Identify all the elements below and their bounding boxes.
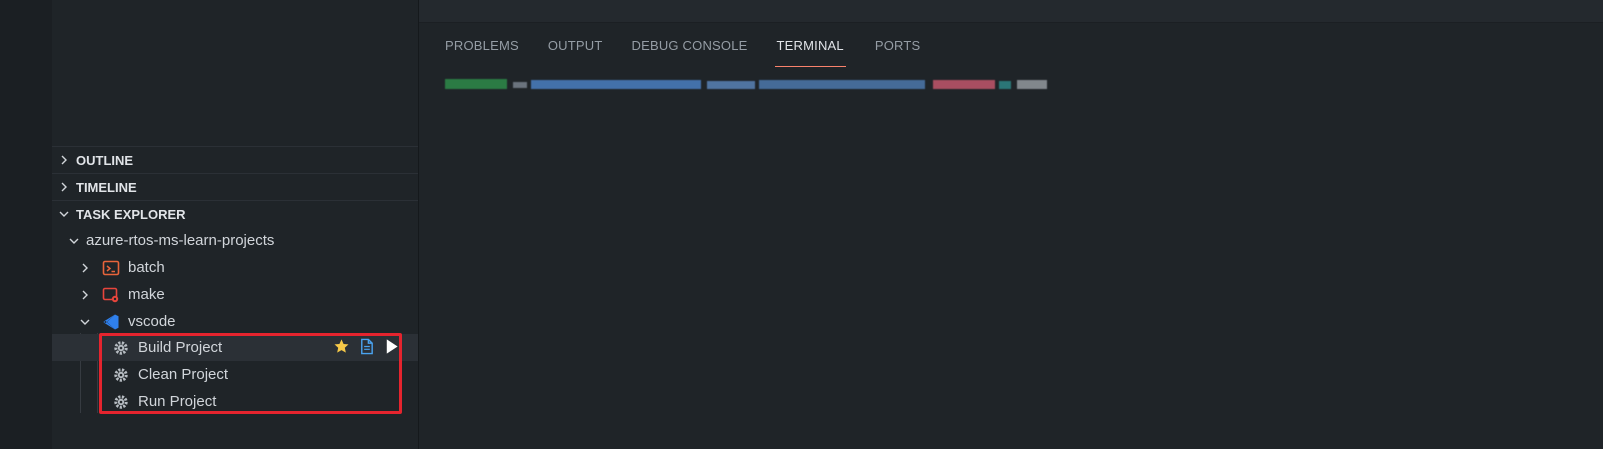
bottom-panel: PROBLEMS OUTPUT DEBUG CONSOLE TERMINAL P… bbox=[419, 23, 1603, 449]
pixelated-segment bbox=[1017, 80, 1047, 89]
task-item-build-project[interactable]: Build Project bbox=[52, 334, 418, 361]
editor-area bbox=[419, 0, 1603, 23]
tree-item-batch[interactable]: batch bbox=[52, 254, 418, 281]
terminal-prompt-pixelated[interactable] bbox=[445, 76, 1047, 100]
chevron-down-icon bbox=[62, 235, 86, 247]
tree-item-make[interactable]: make bbox=[52, 281, 418, 308]
pixelated-segment bbox=[933, 80, 995, 89]
pixelated-segment bbox=[999, 81, 1011, 89]
workspace-label: azure-rtos-ms-learn-projects bbox=[86, 232, 275, 249]
task-item-label: Run Project bbox=[138, 393, 217, 410]
chevron-down-icon bbox=[52, 208, 76, 220]
chevron-right-icon bbox=[52, 181, 76, 193]
pixelated-segment bbox=[759, 80, 925, 89]
section-task-explorer[interactable]: TASK EXPLORER bbox=[52, 200, 418, 227]
tree-item-batch-label: batch bbox=[128, 259, 165, 276]
tab-problems[interactable]: PROBLEMS bbox=[445, 36, 519, 66]
task-item-label: Build Project bbox=[138, 339, 223, 356]
tree-item-vscode-label: vscode bbox=[128, 313, 176, 330]
section-outline-label: OUTLINE bbox=[76, 152, 134, 168]
activity-bar bbox=[0, 0, 52, 449]
pixelated-segment bbox=[513, 82, 527, 88]
panel-tabs: PROBLEMS OUTPUT DEBUG CONSOLE TERMINAL P… bbox=[445, 36, 949, 67]
tab-terminal[interactable]: TERMINAL bbox=[774, 36, 846, 67]
chevron-right-icon bbox=[52, 154, 76, 166]
tree-item-vscode[interactable]: vscode bbox=[52, 308, 418, 335]
vscode-icon bbox=[102, 313, 120, 331]
pixelated-segment bbox=[531, 80, 701, 89]
tab-ports[interactable]: PORTS bbox=[875, 36, 921, 66]
chevron-down-icon bbox=[74, 316, 96, 328]
sidebar: OUTLINE TIMELINE TASK EXPLORER azure-rto… bbox=[52, 0, 419, 449]
chevron-right-icon bbox=[74, 262, 96, 274]
star-icon[interactable] bbox=[333, 338, 350, 359]
section-timeline-label: TIMELINE bbox=[76, 179, 137, 195]
tree-item-make-label: make bbox=[128, 286, 165, 303]
task-actions bbox=[333, 338, 400, 359]
terminal-icon bbox=[102, 259, 120, 277]
open-file-icon[interactable] bbox=[358, 338, 375, 359]
task-item-label: Clean Project bbox=[138, 366, 229, 383]
chevron-right-icon bbox=[74, 289, 96, 301]
section-task-explorer-label: TASK EXPLORER bbox=[76, 206, 186, 222]
run-icon[interactable] bbox=[383, 338, 400, 359]
task-item-clean-project[interactable]: Clean Project bbox=[52, 361, 418, 388]
tree-item-workspace[interactable]: azure-rtos-ms-learn-projects bbox=[52, 227, 418, 254]
task-item-run-project[interactable]: Run Project bbox=[52, 388, 418, 415]
tab-output[interactable]: OUTPUT bbox=[548, 36, 603, 66]
section-timeline[interactable]: TIMELINE bbox=[52, 173, 418, 200]
make-gear-icon bbox=[102, 286, 120, 304]
section-outline[interactable]: OUTLINE bbox=[52, 146, 418, 173]
gear-icon bbox=[112, 393, 130, 411]
pixelated-segment bbox=[445, 79, 507, 89]
gear-icon bbox=[112, 339, 130, 357]
tab-debug-console[interactable]: DEBUG CONSOLE bbox=[632, 36, 748, 66]
gear-icon bbox=[112, 366, 130, 384]
pixelated-segment bbox=[707, 81, 755, 89]
